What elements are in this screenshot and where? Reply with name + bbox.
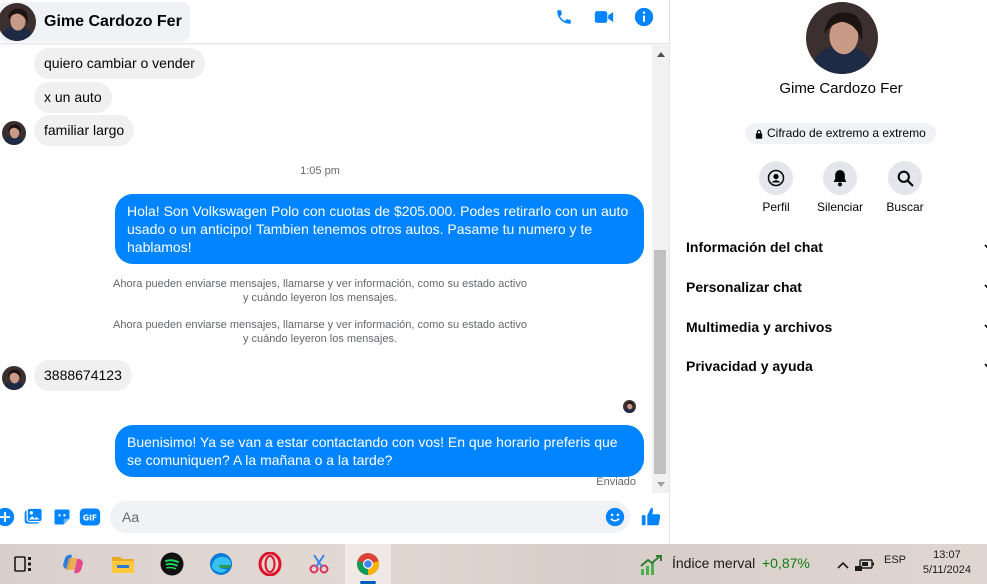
profile-photo[interactable] xyxy=(806,2,878,74)
composer: GIF xyxy=(0,496,669,540)
scroll-down-arrow[interactable] xyxy=(652,477,669,491)
opera-icon[interactable] xyxy=(257,551,283,577)
bell-icon xyxy=(823,161,857,195)
widget-stock-name[interactable]: Índice merval xyxy=(672,555,755,571)
search-action-label: Buscar xyxy=(886,200,924,214)
sender-avatar xyxy=(2,121,26,145)
stock-trend-icon[interactable] xyxy=(638,552,664,578)
profile-icon xyxy=(759,161,793,195)
menu-media-files-label: Multimedia y archivos xyxy=(686,319,833,335)
like-icon[interactable] xyxy=(640,506,662,528)
menu-chat-info[interactable]: Información del chat xyxy=(686,239,987,255)
menu-customize-chat[interactable]: Personalizar chat xyxy=(686,279,987,295)
video-icon[interactable] xyxy=(593,6,615,28)
sticker-icon[interactable] xyxy=(51,506,73,528)
windows-taskbar: Índice merval +0,87% ESP 13:07 5/11/2024 xyxy=(0,544,987,584)
menu-media-files[interactable]: Multimedia y archivos xyxy=(686,319,987,335)
image-icon[interactable] xyxy=(22,506,44,528)
lock-icon xyxy=(755,129,763,139)
menu-customize-chat-label: Personalizar chat xyxy=(686,279,802,295)
header-actions xyxy=(553,6,655,28)
mute-action[interactable]: Silenciar xyxy=(810,161,870,214)
system-notice: Ahora pueden enviarse mensajes, llamarse… xyxy=(113,278,527,304)
search-icon xyxy=(888,161,922,195)
file-explorer-icon[interactable] xyxy=(110,551,136,577)
language-indicator[interactable]: ESP xyxy=(884,554,906,566)
copilot-icon[interactable] xyxy=(60,551,86,577)
contact-name: Gime Cardozo Fer xyxy=(44,12,182,30)
search-action[interactable]: Buscar xyxy=(875,161,935,214)
scroll-up-arrow[interactable] xyxy=(652,47,669,61)
chat-header: Gime Cardozo Fer xyxy=(0,0,669,44)
edge-icon[interactable] xyxy=(208,551,234,577)
svg-text:GIF: GIF xyxy=(83,513,97,522)
menu-privacy-help-label: Privacidad y ayuda xyxy=(686,358,813,374)
seen-avatar xyxy=(623,400,636,413)
messenger-window: Gime Cardozo Fer quiero cambiar o vender… xyxy=(0,0,987,584)
chat-pane: Gime Cardozo Fer quiero cambiar o vender… xyxy=(0,0,670,544)
message-incoming: x un auto xyxy=(34,82,112,113)
chrome-icon[interactable] xyxy=(355,551,381,577)
message-incoming: familiar largo xyxy=(34,115,135,146)
snipping-tool-icon[interactable] xyxy=(306,551,332,577)
clock-date: 5/11/2024 xyxy=(922,564,971,576)
conversation-info-pane: Gime Cardozo Fer Cifrado de extremo a ex… xyxy=(671,0,987,544)
header-contact[interactable]: Gime Cardozo Fer xyxy=(0,1,190,42)
gif-icon[interactable]: GIF xyxy=(79,506,101,528)
contact-avatar xyxy=(0,2,36,41)
scrollbar-thumb[interactable] xyxy=(654,250,666,474)
emoji-icon[interactable] xyxy=(604,506,626,528)
phone-icon[interactable] xyxy=(553,6,575,28)
system-clock[interactable]: 13:07 5/11/2024 xyxy=(923,548,971,578)
task-view-icon[interactable] xyxy=(10,551,36,577)
message-outgoing: Hola! Son Volkswagen Polo con cuotas de … xyxy=(115,194,644,264)
message-input[interactable] xyxy=(110,501,630,533)
profile-action-label: Perfil xyxy=(762,200,790,214)
encryption-label: Cifrado de extremo a extremo xyxy=(767,126,926,140)
menu-privacy-help[interactable]: Privacidad y ayuda xyxy=(686,358,987,374)
mute-action-label: Silenciar xyxy=(816,200,864,214)
message-incoming: 3888674123 xyxy=(34,360,132,391)
message-scrollbar[interactable] xyxy=(652,45,669,493)
menu-chat-info-label: Información del chat xyxy=(686,239,823,255)
system-notice: Ahora pueden enviarse mensajes, llamarse… xyxy=(113,319,527,345)
encryption-badge[interactable]: Cifrado de extremo a extremo xyxy=(745,123,936,144)
plus-icon[interactable] xyxy=(0,506,16,528)
delivery-status: Enviado xyxy=(596,476,636,488)
message-outgoing: Buenisimo! Ya se van a estar contactando… xyxy=(115,425,644,477)
message-timestamp: 1:05 pm xyxy=(300,165,340,177)
profile-action[interactable]: Perfil xyxy=(746,161,806,214)
profile-name: Gime Cardozo Fer xyxy=(779,80,903,97)
clock-time: 13:07 xyxy=(933,549,961,561)
message-list[interactable]: quiero cambiar o vender x un auto famili… xyxy=(0,45,652,493)
message-incoming: quiero cambiar o vender xyxy=(34,48,205,79)
battery-network-icon[interactable] xyxy=(852,552,878,578)
sender-avatar xyxy=(2,366,26,390)
info-icon[interactable] xyxy=(633,6,655,28)
widget-stock-change: +0,87% xyxy=(762,555,810,571)
spotify-icon[interactable] xyxy=(159,551,185,577)
